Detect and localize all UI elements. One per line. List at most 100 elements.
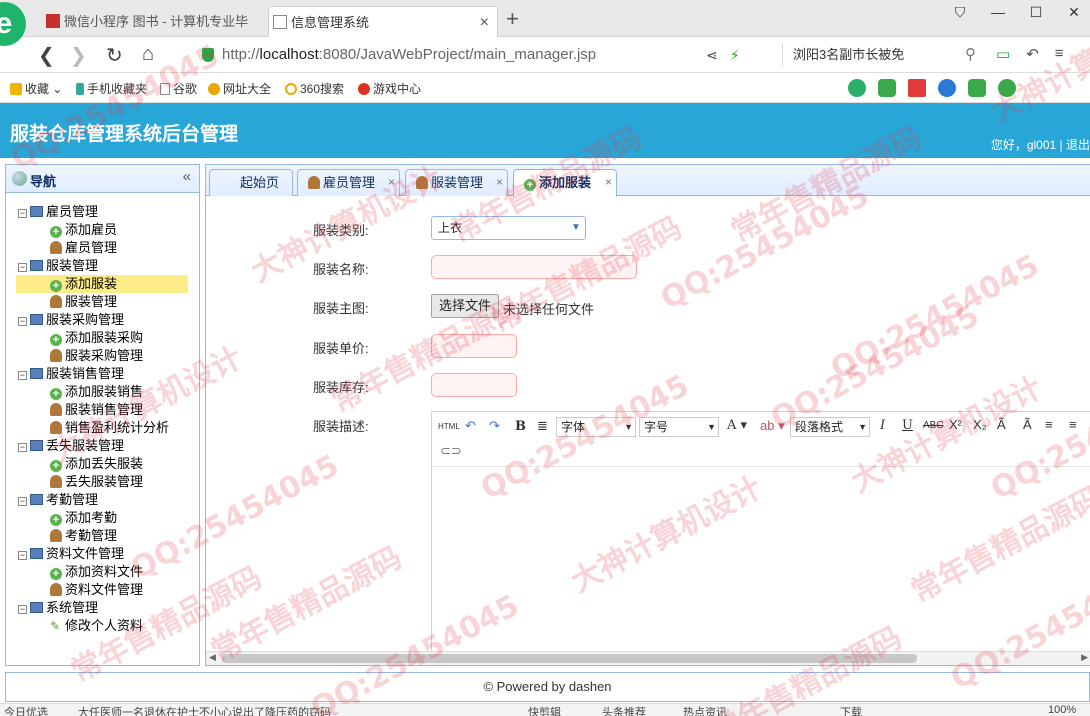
category-select[interactable]: 上衣 ▼ bbox=[431, 216, 586, 240]
close-tab-icon[interactable]: × bbox=[496, 170, 503, 195]
undo-icon[interactable]: ↶ bbox=[1026, 45, 1039, 63]
collapse-toggle-icon[interactable]: − bbox=[18, 263, 27, 272]
yen-icon[interactable] bbox=[998, 79, 1016, 97]
stock-field[interactable] bbox=[431, 373, 517, 397]
minimize-icon[interactable]: — bbox=[990, 4, 1006, 21]
bold-icon[interactable]: B bbox=[515, 419, 526, 434]
forward-icon[interactable]: ❯ bbox=[70, 43, 87, 68]
sidebar-item[interactable]: 考勤管理 bbox=[50, 527, 117, 545]
price-field[interactable] bbox=[431, 334, 517, 358]
tree-group[interactable]: − 丢失服装管理 bbox=[18, 437, 124, 455]
sidebar-item[interactable]: + 添加服装 bbox=[16, 275, 188, 293]
collapse-toggle-icon[interactable]: − bbox=[18, 317, 27, 326]
underline-icon[interactable]: U bbox=[902, 418, 913, 433]
collapse-toggle-icon[interactable]: − bbox=[18, 209, 27, 218]
collapse-icon[interactable]: « bbox=[183, 168, 191, 185]
html-source-button[interactable]: HTML bbox=[438, 422, 460, 431]
undo-icon[interactable]: ↶ bbox=[465, 418, 476, 434]
share-icon[interactable]: ⋖ bbox=[706, 47, 718, 64]
tree-group[interactable]: − 服装管理 bbox=[18, 257, 98, 275]
menu-icon[interactable]: ≡ bbox=[1055, 45, 1064, 63]
battery-icon[interactable]: ▭ bbox=[996, 45, 1010, 63]
zoom-level[interactable]: 100% bbox=[1048, 704, 1076, 716]
eraser-icon[interactable]: Ã bbox=[1023, 417, 1032, 432]
tree-group[interactable]: − 资料文件管理 bbox=[18, 545, 124, 563]
tree-group[interactable]: − 雇员管理 bbox=[18, 203, 98, 221]
font-color-icon[interactable]: A ▾ bbox=[727, 418, 747, 433]
sidebar-item[interactable]: 服装采购管理 bbox=[50, 347, 143, 365]
scrollbar-thumb[interactable] bbox=[222, 654, 917, 663]
sidebar-item[interactable]: 销售盈利统计分析 bbox=[50, 419, 169, 437]
sidebar-item[interactable]: + 添加考勤 bbox=[50, 509, 117, 527]
status-item[interactable]: 热点资讯 bbox=[683, 704, 727, 716]
editor-content-area[interactable] bbox=[432, 467, 1090, 665]
align-left-icon[interactable]: ≡ bbox=[1045, 417, 1053, 432]
gamepad-icon[interactable] bbox=[968, 79, 986, 97]
sidebar-item[interactable]: + 添加服装销售 bbox=[50, 383, 143, 401]
status-item[interactable]: 下载 bbox=[840, 704, 862, 716]
home-icon[interactable]: ⌂ bbox=[142, 43, 154, 66]
translate-icon[interactable] bbox=[878, 79, 896, 97]
redo-icon[interactable]: ↷ bbox=[489, 418, 500, 434]
magnifier-icon[interactable] bbox=[938, 79, 956, 97]
tab-add-clothing[interactable]: + 添加服装 × bbox=[513, 169, 617, 197]
sidebar-item[interactable]: 雇员管理 bbox=[50, 239, 117, 257]
tab-employee-management[interactable]: 雇员管理 × bbox=[297, 169, 400, 196]
search-icon[interactable]: ⚲ bbox=[965, 43, 976, 67]
browser-tab[interactable]: 微信小程序 图书 - 计算机专业毕 bbox=[42, 6, 267, 37]
welcome-logout-link[interactable]: 您好，gl001 | 退出 bbox=[991, 136, 1090, 153]
format-painter-icon[interactable]: Ã bbox=[997, 417, 1006, 432]
browser-tab-active[interactable]: 信息管理系统 × bbox=[268, 6, 498, 37]
sidebar-item[interactable]: ✎ 修改个人资料 bbox=[50, 617, 143, 635]
status-item[interactable]: 今日优选 bbox=[4, 704, 48, 716]
status-news[interactable]: 大任医师一名退休在护士不小心说出了降压药的窃码 bbox=[78, 704, 331, 716]
link-icon[interactable]: ⊂⊃ bbox=[440, 443, 462, 459]
search-input[interactable]: 浏阳3名副市长被免 ⚲ bbox=[782, 43, 982, 67]
sidebar-item[interactable]: 资料文件管理 bbox=[50, 581, 143, 599]
name-field[interactable] bbox=[431, 255, 637, 279]
reload-icon[interactable]: ↻ bbox=[106, 43, 123, 68]
sidebar-item[interactable]: 服装销售管理 bbox=[50, 401, 143, 419]
bookmark-google[interactable]: 谷歌 bbox=[160, 80, 197, 97]
collapse-toggle-icon[interactable]: − bbox=[18, 605, 27, 614]
subscript-icon[interactable]: X₂ bbox=[973, 417, 987, 432]
italic-icon[interactable]: I bbox=[880, 418, 885, 433]
format-clear-icon[interactable]: ≣ bbox=[537, 418, 548, 434]
maximize-icon[interactable]: ☐ bbox=[1028, 4, 1044, 21]
sidebar-item[interactable]: 服装管理 bbox=[50, 293, 117, 311]
align-justify-icon[interactable]: ≡ bbox=[1069, 417, 1077, 432]
back-icon[interactable]: ❮ bbox=[38, 43, 55, 68]
sidebar-item[interactable]: 丢失服装管理 bbox=[50, 473, 143, 491]
collapse-toggle-icon[interactable]: − bbox=[18, 443, 27, 452]
status-item[interactable]: 头条推荐 bbox=[602, 704, 646, 716]
sidebar-item[interactable]: + 添加雇员 bbox=[50, 221, 117, 239]
bookmark-mobile[interactable]: 手机收藏夹 bbox=[76, 80, 147, 97]
bookmark-directory[interactable]: 网址大全 bbox=[208, 80, 271, 97]
bookmark-360search[interactable]: 360搜索 bbox=[285, 80, 344, 97]
collapse-toggle-icon[interactable]: − bbox=[18, 371, 27, 380]
strikethrough-icon[interactable]: ABC bbox=[923, 420, 944, 431]
tree-group[interactable]: − 服装销售管理 bbox=[18, 365, 124, 383]
scissors-icon[interactable] bbox=[908, 79, 926, 97]
collapse-toggle-icon[interactable]: − bbox=[18, 497, 27, 506]
font-family-select[interactable]: 字体 ▼ bbox=[556, 417, 636, 437]
lightning-icon[interactable]: ⚡ bbox=[730, 47, 740, 64]
close-tab-icon[interactable]: × bbox=[480, 7, 489, 37]
close-tab-icon[interactable]: × bbox=[388, 170, 395, 195]
paragraph-format-select[interactable]: 段落格式 ▼ bbox=[790, 417, 870, 437]
tree-group[interactable]: − 系统管理 bbox=[18, 599, 98, 617]
sidebar-item[interactable]: + 添加资料文件 bbox=[50, 563, 143, 581]
bookmark-games[interactable]: 游戏中心 bbox=[358, 80, 421, 97]
scroll-right-icon[interactable]: ▶ bbox=[1081, 652, 1088, 663]
collapse-toggle-icon[interactable]: − bbox=[18, 551, 27, 560]
horizontal-scrollbar[interactable]: ◀ ▶ bbox=[206, 651, 1090, 665]
tree-group[interactable]: − 考勤管理 bbox=[18, 491, 98, 509]
font-size-select[interactable]: 字号 ▼ bbox=[639, 417, 719, 437]
tab-start-page[interactable]: 起始页 bbox=[209, 169, 293, 196]
tab-clothing-management[interactable]: 服装管理 × bbox=[405, 169, 508, 196]
sidebar-item[interactable]: + 添加服装采购 bbox=[50, 329, 143, 347]
scroll-left-icon[interactable]: ◀ bbox=[209, 652, 216, 663]
tree-group[interactable]: − 服装采购管理 bbox=[18, 311, 124, 329]
highlight-icon[interactable]: ab ▾ bbox=[760, 418, 785, 434]
superscript-icon[interactable]: X² bbox=[949, 417, 962, 432]
